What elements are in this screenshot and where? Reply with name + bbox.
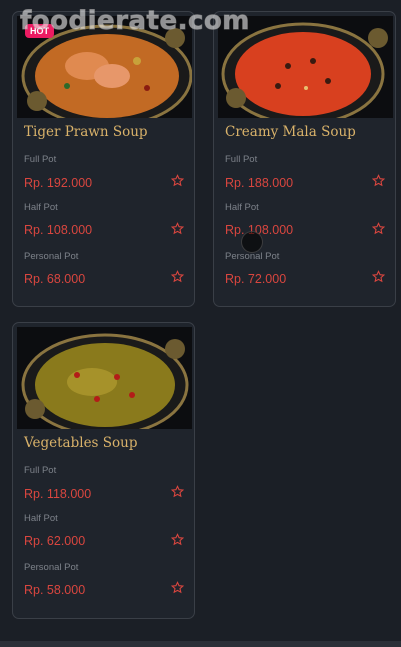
full-pot-label: Full Pot (225, 154, 258, 165)
menu-card-tiger-prawn-soup[interactable]: HOT Tiger Prawn Soup Full Pot Rp. 192.00… (12, 11, 195, 307)
star-outline-icon[interactable] (171, 174, 184, 187)
full-pot-price: Rp. 118.000 (24, 487, 92, 501)
touch-cursor-indicator (241, 231, 263, 253)
star-outline-icon[interactable] (171, 270, 184, 283)
dish-title: Vegetables Soup (24, 435, 138, 451)
half-pot-price: Rp. 108.000 (24, 223, 93, 237)
full-pot-label: Full Pot (24, 154, 57, 165)
full-pot-label: Full Pot (24, 465, 57, 476)
star-outline-icon[interactable] (171, 581, 184, 594)
star-outline-icon[interactable] (171, 222, 184, 235)
personal-pot-price: Rp. 58.000 (24, 583, 86, 597)
personal-pot-price: Rp. 68.000 (24, 272, 86, 286)
dish-title: Tiger Prawn Soup (24, 124, 148, 140)
full-pot-price: Rp. 188.000 (225, 176, 294, 190)
star-outline-icon[interactable] (171, 485, 184, 498)
star-outline-icon[interactable] (372, 222, 385, 235)
half-pot-label: Half Pot (225, 202, 259, 213)
half-pot-price: Rp. 62.000 (24, 534, 86, 548)
soup-photo (17, 327, 192, 429)
menu-card-creamy-mala-soup[interactable]: Creamy Mala Soup Full Pot Rp. 188.000 Ha… (213, 11, 396, 307)
star-outline-icon[interactable] (171, 533, 184, 546)
star-outline-icon[interactable] (372, 270, 385, 283)
half-pot-label: Half Pot (24, 513, 58, 524)
half-pot-label: Half Pot (24, 202, 58, 213)
menu-card-vegetables-soup[interactable]: Vegetables Soup Full Pot Rp. 118.000 Hal… (12, 322, 195, 619)
bottom-bar (0, 641, 401, 647)
watermark: foodierate.com (20, 6, 250, 37)
dish-title: Creamy Mala Soup (225, 124, 356, 140)
personal-pot-price: Rp. 72.000 (225, 272, 287, 286)
personal-pot-label: Personal Pot (24, 562, 79, 573)
personal-pot-label: Personal Pot (24, 251, 79, 262)
full-pot-price: Rp. 192.000 (24, 176, 93, 190)
star-outline-icon[interactable] (372, 174, 385, 187)
